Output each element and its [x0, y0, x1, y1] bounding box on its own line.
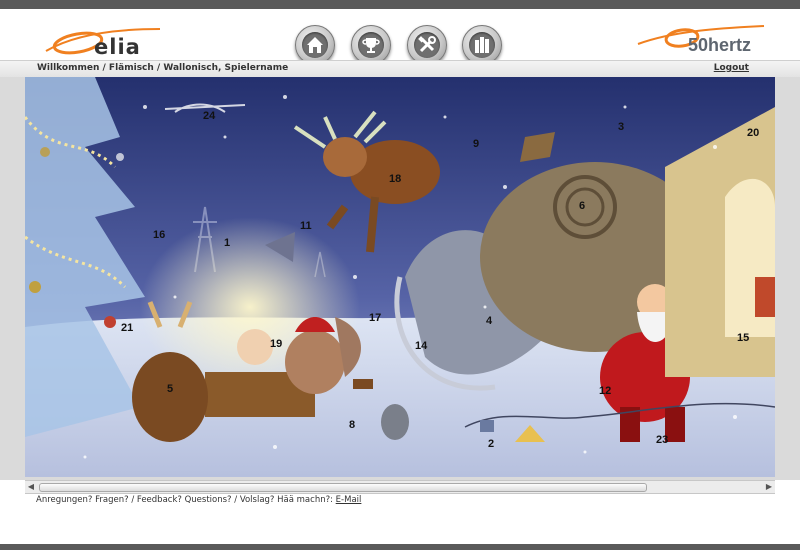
content-stage: 24 20 3 9 18 6 16 1 11 21 19 17 4 14 15 …	[0, 77, 800, 480]
email-link[interactable]: E-Mail	[336, 495, 362, 505]
calendar-door-5[interactable]: 5	[167, 383, 173, 395]
calendar-door-21[interactable]: 21	[121, 322, 133, 334]
calendar-door-11[interactable]: 11	[300, 220, 312, 232]
calendar-door-16[interactable]: 16	[153, 229, 165, 241]
scroll-left-arrow-icon[interactable]: ◀	[25, 481, 37, 493]
tools-icon	[418, 36, 436, 53]
calendar-door-19[interactable]: 19	[270, 338, 282, 350]
feedback-text: Anregungen? Fragen? / Feedback? Question…	[36, 495, 333, 505]
calendar-door-12[interactable]: 12	[599, 385, 611, 397]
advent-calendar-scene[interactable]: 24 20 3 9 18 6 16 1 11 21 19 17 4 14 15 …	[25, 77, 775, 477]
books-button[interactable]	[462, 25, 502, 65]
tools-button[interactable]	[407, 25, 447, 65]
winter-scene-illustration	[25, 77, 775, 477]
calendar-door-8[interactable]: 8	[349, 419, 355, 431]
home-icon	[307, 37, 323, 53]
calendar-door-4[interactable]: 4	[486, 315, 492, 327]
scrollbar-thumb[interactable]	[39, 483, 647, 492]
trophy-button[interactable]	[351, 25, 391, 65]
horizontal-scrollbar[interactable]: ◀ ▶	[25, 480, 775, 494]
header: elia 50hertz	[0, 9, 800, 65]
elia-logo[interactable]: elia	[40, 21, 170, 61]
calendar-door-14[interactable]: 14	[415, 340, 427, 352]
calendar-door-23[interactable]: 23	[656, 434, 668, 446]
calendar-door-15[interactable]: 15	[737, 332, 749, 344]
50hertz-logo[interactable]: 50hertz	[636, 22, 766, 60]
logout-link[interactable]: Logout	[714, 63, 749, 73]
scroll-right-arrow-icon[interactable]: ▶	[763, 481, 775, 493]
50hertz-logo-text: 50hertz	[688, 35, 752, 55]
calendar-door-20[interactable]: 20	[747, 127, 759, 139]
calendar-door-17[interactable]: 17	[369, 312, 381, 324]
calendar-door-9[interactable]: 9	[473, 138, 479, 150]
breadcrumb: Willkommen / Flämisch / Wallonisch, Spie…	[37, 63, 289, 73]
trophy-icon	[362, 38, 380, 53]
calendar-door-3[interactable]: 3	[618, 121, 624, 133]
books-icon	[475, 37, 489, 53]
footer-feedback: Anregungen? Fragen? / Feedback? Question…	[36, 495, 361, 505]
calendar-door-2[interactable]: 2	[488, 438, 494, 450]
home-button[interactable]	[295, 25, 335, 65]
top-bar	[0, 0, 800, 9]
elia-logo-text: elia	[94, 35, 141, 59]
calendar-door-6[interactable]: 6	[579, 200, 585, 212]
calendar-door-24[interactable]: 24	[203, 110, 215, 122]
calendar-door-18[interactable]: 18	[389, 173, 401, 185]
calendar-door-1[interactable]: 1	[224, 237, 230, 249]
bottom-bar	[0, 544, 800, 550]
